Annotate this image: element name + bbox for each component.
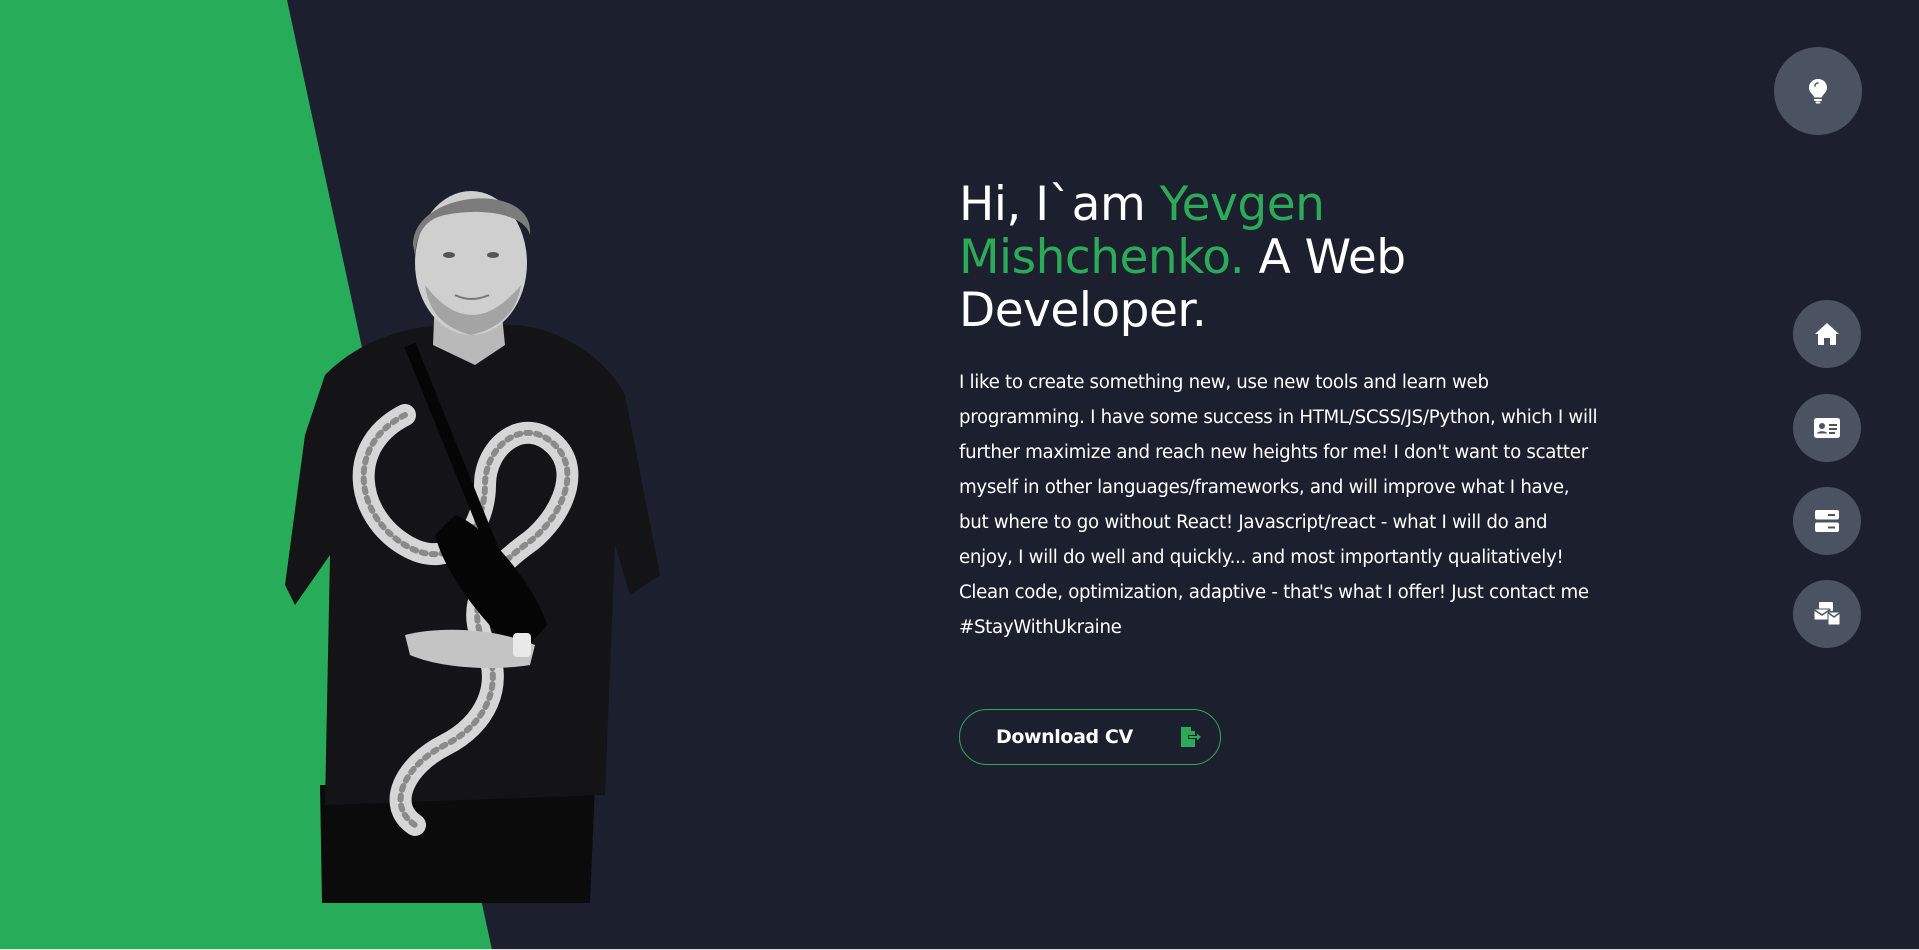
home-icon (1814, 322, 1840, 346)
download-cv-label: Download CV (996, 726, 1133, 748)
nav-portfolio-button[interactable] (1793, 487, 1861, 555)
title-greeting: Hi, I`am (959, 177, 1160, 232)
nav-contact-button[interactable] (1793, 580, 1861, 648)
mail-bulk-icon (1813, 602, 1841, 626)
nav-home-button[interactable] (1793, 300, 1861, 368)
profile-photo (285, 191, 660, 903)
theme-toggle-button[interactable] (1774, 47, 1862, 135)
hero-section: Hi, I`am Yevgen Mishchenko. A Web Develo… (959, 178, 1599, 645)
home-page: Hi, I`am Yevgen Mishchenko. A Web Develo… (0, 0, 1919, 950)
id-card-icon (1814, 418, 1840, 438)
file-export-icon (1178, 725, 1202, 749)
hero-title: Hi, I`am Yevgen Mishchenko. A Web Develo… (959, 178, 1599, 337)
nav-about-button[interactable] (1793, 394, 1861, 462)
download-cv-button[interactable]: Download CV (959, 709, 1221, 765)
lightbulb-icon (1807, 78, 1829, 104)
server-icon (1815, 510, 1839, 532)
hero-description: I like to create something new, use new … (959, 372, 1598, 638)
